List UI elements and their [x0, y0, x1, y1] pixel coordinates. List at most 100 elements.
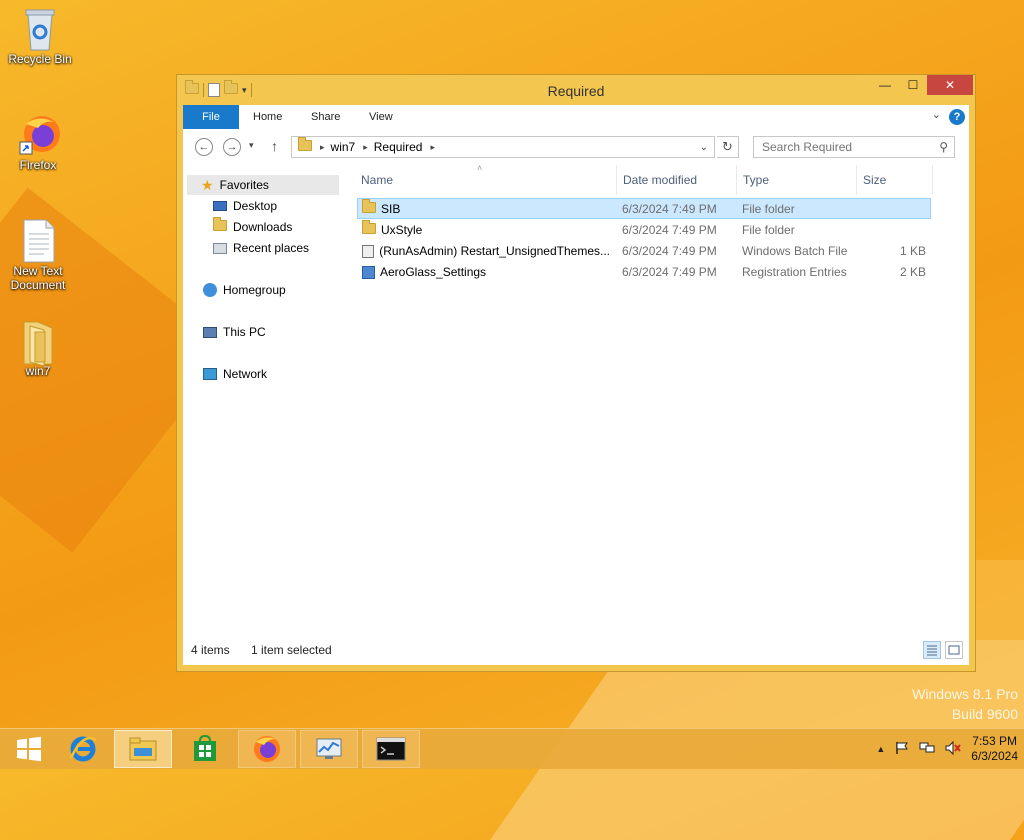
folder-icon	[298, 137, 312, 154]
firefox-icon	[254, 736, 280, 762]
desktop-icon-recycle-bin[interactable]: Recycle Bin	[2, 6, 78, 66]
action-center-flag-icon[interactable]	[895, 741, 909, 758]
nav-label: Recent places	[233, 241, 310, 255]
large-icons-view-button[interactable]	[945, 641, 963, 659]
nav-downloads[interactable]: Downloads	[213, 217, 292, 237]
file-row[interactable]: (RunAsAdmin) Restart_UnsignedThemes... 6…	[357, 240, 931, 261]
nav-label: This PC	[223, 325, 266, 339]
star-icon: ★	[201, 177, 214, 193]
downloads-icon	[213, 217, 227, 237]
address-dropdown-icon[interactable]: ⌄	[700, 142, 708, 153]
column-header-type[interactable]: Type	[737, 165, 857, 195]
breadcrumb-required[interactable]: Required	[374, 140, 423, 154]
taskbar-firefox[interactable]	[238, 730, 296, 768]
desktop-icon-new-text-document[interactable]: New Text Document	[0, 218, 76, 292]
tab-file[interactable]: File	[183, 105, 239, 129]
taskbar-store[interactable]	[176, 730, 234, 768]
taskbar-internet-explorer[interactable]	[54, 730, 112, 768]
chevron-right-icon[interactable]: ▸	[430, 142, 435, 153]
navigation-pane: ★ Favorites Desktop Downloads Recent pla…	[183, 165, 345, 635]
clock[interactable]: 7:53 PM 6/3/2024	[971, 734, 1018, 764]
desktop-icon-label: Recycle Bin	[8, 52, 72, 66]
watermark-line: Windows 8.1 Pro	[912, 686, 1018, 702]
windows-logo-icon	[17, 736, 41, 762]
column-header-size[interactable]: Size	[857, 165, 933, 195]
start-button[interactable]	[0, 730, 58, 768]
navigation-bar: ← → ▾ ↑ ▸ win7 ▸ Required ▸ ⌄ ↻ ⚲	[183, 129, 969, 165]
file-name-cell: (RunAsAdmin) Restart_UnsignedThemes...	[362, 241, 610, 262]
address-bar[interactable]: ▸ win7 ▸ Required ▸ ⌄	[291, 136, 715, 158]
column-header-date[interactable]: Date modified	[617, 165, 737, 195]
computer-icon	[203, 326, 217, 338]
volume-muted-icon[interactable]	[945, 740, 962, 758]
file-row[interactable]: AeroGlass_Settings 6/3/2024 7:49 PM Regi…	[357, 261, 931, 282]
up-button[interactable]: ↑	[271, 138, 278, 154]
tab-view[interactable]: View	[369, 105, 393, 129]
forward-button[interactable]: →	[223, 138, 241, 156]
nav-label: Homegroup	[223, 283, 286, 297]
desktop-icon-win7-folder[interactable]: win7	[0, 318, 76, 378]
search-icon[interactable]: ⚲	[939, 140, 948, 154]
minimize-button[interactable]: —	[871, 75, 899, 95]
tab-home[interactable]: Home	[253, 105, 282, 129]
nav-desktop[interactable]: Desktop	[213, 196, 277, 216]
text-document-icon	[18, 218, 58, 263]
maximize-button[interactable]: ☐	[899, 75, 927, 95]
nav-network[interactable]: Network	[203, 364, 267, 384]
search-box[interactable]: ⚲	[753, 136, 955, 158]
file-name: UxStyle	[381, 223, 423, 237]
file-name: SIB	[381, 202, 401, 216]
taskbar: ▲ 7:53 PM 6/3/2024	[0, 728, 1024, 769]
details-view-icon	[927, 645, 937, 656]
file-date: 6/3/2024 7:49 PM	[622, 265, 717, 279]
help-icon[interactable]: ?	[949, 109, 965, 125]
firefox-icon	[18, 112, 60, 156]
search-input[interactable]	[754, 137, 940, 157]
column-header-name[interactable]: Name	[355, 165, 617, 195]
show-hidden-icons-icon[interactable]: ▲	[876, 744, 885, 754]
nav-label: Network	[223, 367, 268, 381]
internet-explorer-icon	[69, 736, 97, 762]
file-date: 6/3/2024 7:49 PM	[622, 244, 717, 258]
folder-icon	[18, 318, 58, 367]
clock-time: 7:53 PM	[972, 734, 1017, 748]
file-list: ˄ Name Date modified Type Size SIB 6/3/2…	[349, 163, 969, 635]
file-row[interactable]: SIB 6/3/2024 7:49 PM File folder	[357, 198, 931, 219]
expand-ribbon-icon[interactable]: ⌄	[932, 108, 941, 121]
network-status-icon[interactable]	[919, 741, 935, 758]
recent-locations-icon[interactable]: ▾	[249, 140, 254, 151]
close-button[interactable]: ✕	[927, 75, 973, 95]
tab-share[interactable]: Share	[311, 105, 340, 129]
file-size: 1 KB	[899, 244, 926, 258]
title-bar[interactable]: ▾ Required — ☐ ✕	[177, 75, 975, 105]
recent-places-icon	[213, 242, 227, 254]
desktop-icon	[213, 201, 227, 211]
nav-favorites[interactable]: ★ Favorites	[187, 175, 339, 195]
registry-file-icon	[362, 266, 375, 279]
taskbar-performance-monitor[interactable]	[300, 730, 358, 768]
file-explorer-icon	[129, 737, 157, 761]
file-name-cell: AeroGlass_Settings	[362, 262, 610, 283]
nav-recent-places[interactable]: Recent places	[213, 238, 309, 258]
breadcrumb-win7[interactable]: win7	[331, 140, 356, 154]
file-name-cell: SIB	[362, 199, 610, 220]
file-row[interactable]: UxStyle 6/3/2024 7:49 PM File folder	[357, 219, 931, 240]
taskbar-file-explorer[interactable]	[114, 730, 172, 768]
nav-this-pc[interactable]: This PC	[203, 322, 266, 342]
recycle-bin-icon	[20, 6, 60, 51]
refresh-button[interactable]: ↻	[717, 136, 739, 158]
system-tray: ▲ 7:53 PM 6/3/2024	[876, 729, 1018, 769]
back-button[interactable]: ←	[195, 138, 213, 156]
details-view-button[interactable]	[923, 641, 941, 659]
content-area: ★ Favorites Desktop Downloads Recent pla…	[183, 163, 969, 665]
file-type: File folder	[742, 202, 795, 216]
desktop-icon-firefox[interactable]: Firefox	[0, 112, 76, 172]
chevron-right-icon[interactable]: ▸	[320, 142, 325, 153]
clock-date: 6/3/2024	[971, 749, 1018, 763]
file-type: Windows Batch File	[742, 244, 848, 258]
taskbar-command-prompt[interactable]	[362, 730, 420, 768]
folder-icon	[362, 220, 376, 241]
file-date: 6/3/2024 7:49 PM	[622, 202, 717, 216]
chevron-right-icon[interactable]: ▸	[363, 142, 368, 153]
nav-homegroup[interactable]: Homegroup	[203, 280, 286, 300]
